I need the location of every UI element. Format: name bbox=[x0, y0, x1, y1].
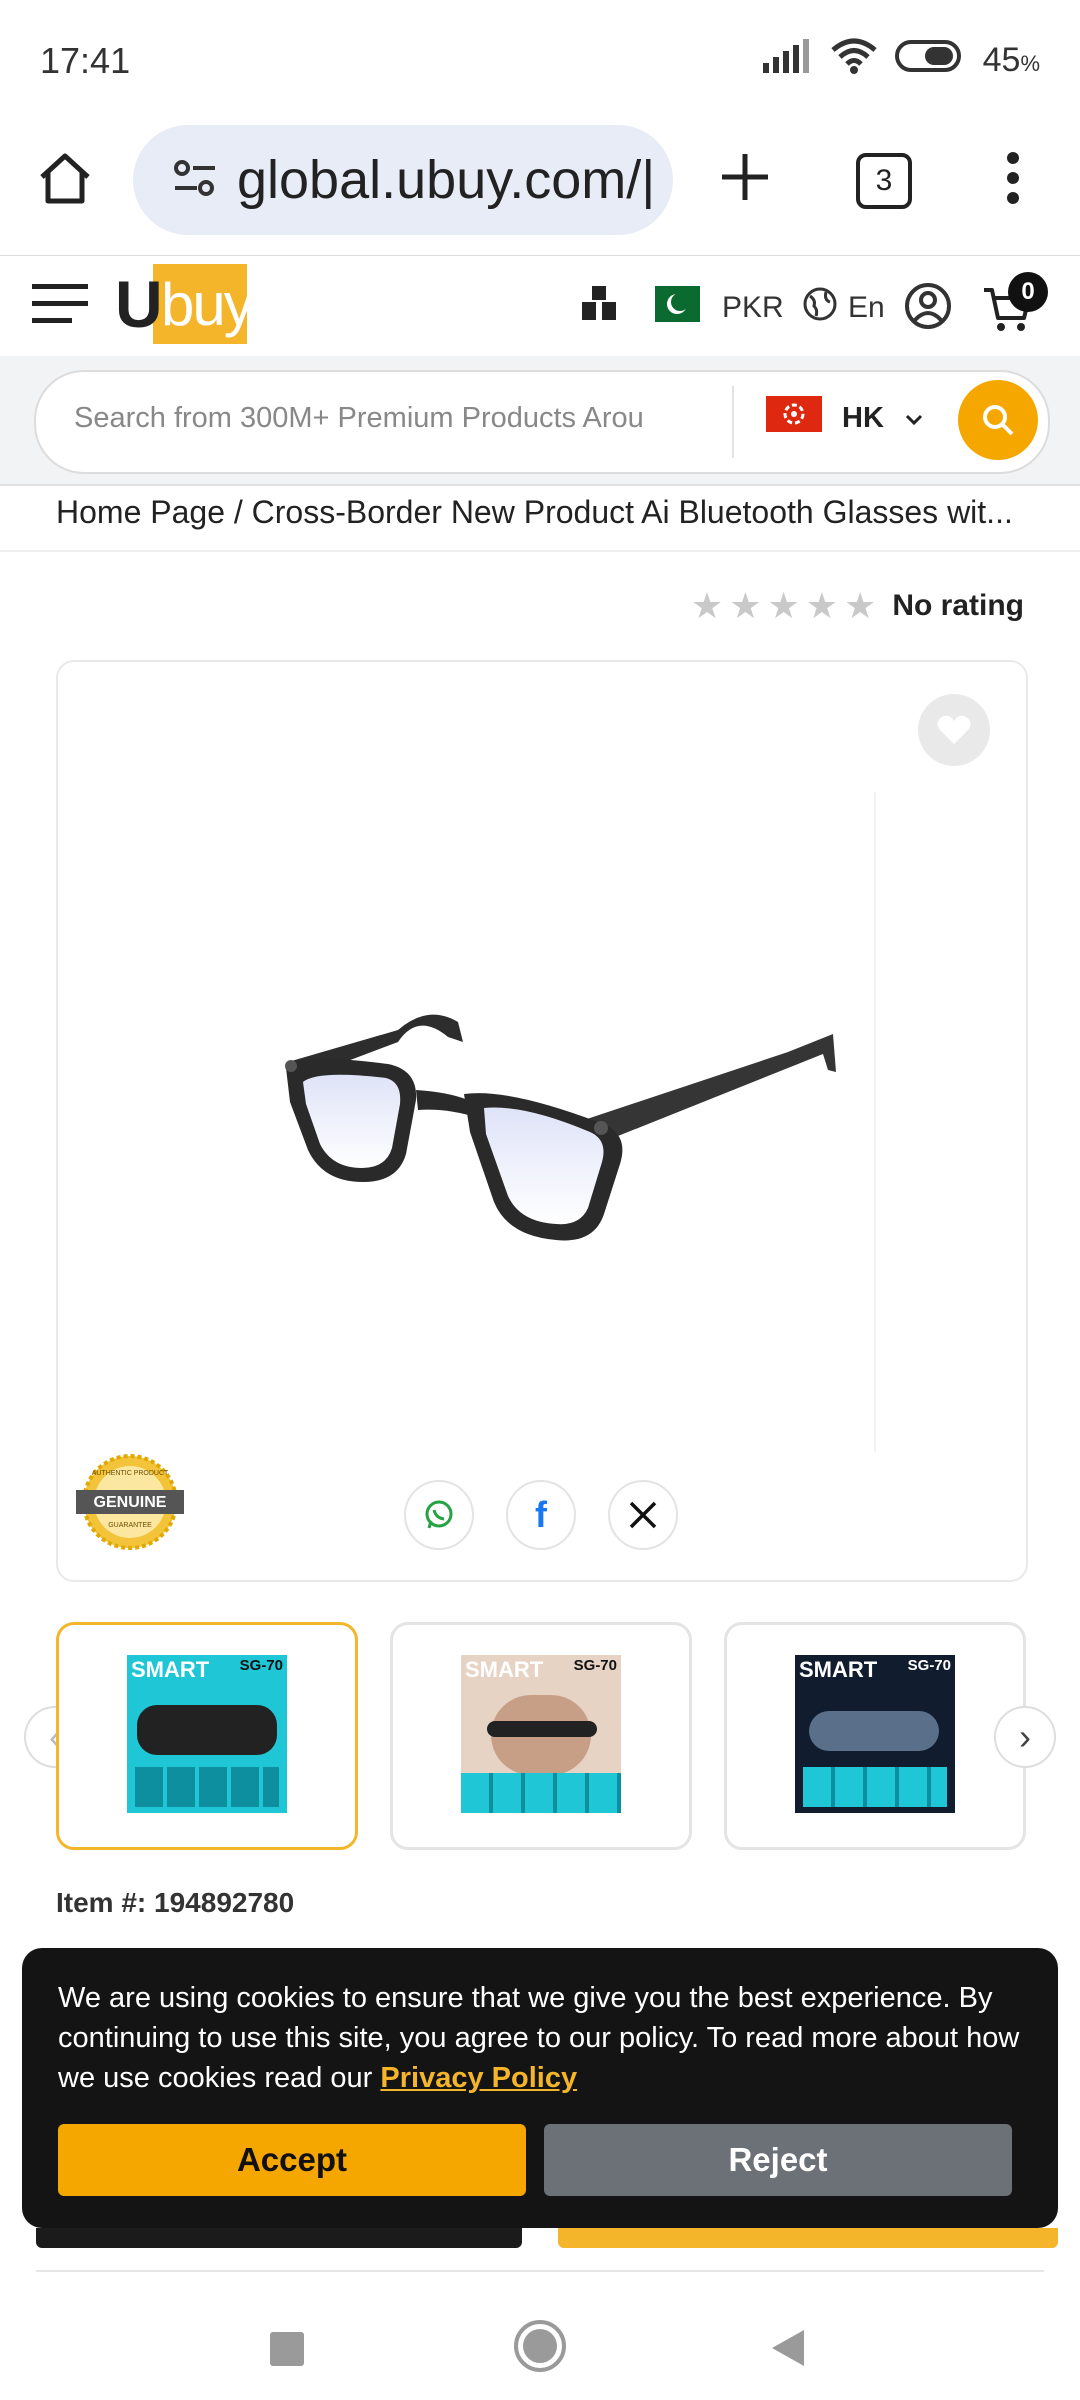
breadcrumb: Home Page / Cross-Border New Product Ai … bbox=[56, 494, 1046, 531]
region-selector[interactable]: HK bbox=[766, 396, 924, 440]
genuine-badge-bottom: GUARANTEE bbox=[108, 1522, 152, 1529]
signal-icon bbox=[762, 39, 813, 82]
product-rating[interactable]: ★ ★ ★ ★ ★ No rating bbox=[691, 585, 1024, 627]
bottom-action-right[interactable] bbox=[558, 2228, 1058, 2248]
whatsapp-share-button[interactable] bbox=[404, 1480, 474, 1550]
breadcrumb-current: Cross-Border New Product Ai Bluetooth Gl… bbox=[251, 494, 1013, 530]
cart-count-badge: 0 bbox=[1008, 272, 1048, 312]
tab-count: 3 bbox=[875, 164, 893, 197]
heart-icon bbox=[937, 715, 971, 744]
genuine-badge-top: AUTHENTIC PRODUCT bbox=[91, 1470, 169, 1477]
product-image[interactable] bbox=[268, 982, 848, 1247]
status-time: 17:41 bbox=[40, 40, 131, 81]
account-icon[interactable] bbox=[904, 282, 952, 335]
star-icon: ★ bbox=[729, 585, 762, 626]
language-selector[interactable]: En bbox=[802, 286, 885, 330]
home-nav-icon[interactable] bbox=[514, 2320, 566, 2372]
star-icon: ★ bbox=[844, 585, 877, 626]
bottom-divider bbox=[36, 2270, 1044, 2272]
search-bar: Search from 300M+ Premium Products Arou … bbox=[34, 370, 1050, 474]
globe-icon bbox=[802, 286, 838, 330]
cart-button[interactable]: 0 bbox=[982, 272, 1052, 338]
system-nav-bar bbox=[0, 2290, 1080, 2400]
site-settings-icon[interactable] bbox=[173, 158, 217, 203]
stores-icon[interactable] bbox=[580, 286, 618, 327]
star-icon: ★ bbox=[805, 585, 839, 626]
product-image-card: GENUINE AUTHENTIC PRODUCT GUARANTEE f bbox=[56, 660, 1028, 1582]
new-tab-icon[interactable] bbox=[718, 150, 772, 209]
facebook-share-button[interactable]: f bbox=[506, 1480, 576, 1550]
reject-button[interactable]: Reject bbox=[544, 2124, 1012, 2196]
home-icon[interactable] bbox=[36, 149, 94, 212]
breadcrumb-divider bbox=[0, 550, 1080, 552]
hong-kong-flag-icon bbox=[766, 396, 822, 440]
x-icon bbox=[629, 1501, 657, 1529]
search-input[interactable]: Search from 300M+ Premium Products Arou bbox=[74, 402, 744, 435]
site-header: U buy PKR En 0 bbox=[0, 256, 1080, 356]
wishlist-button[interactable] bbox=[918, 694, 990, 766]
url-text: global.ubuy.com/| bbox=[237, 150, 656, 210]
tab-switcher-button[interactable]: 3 bbox=[856, 153, 912, 209]
menu-icon[interactable] bbox=[1000, 150, 1026, 211]
address-bar[interactable]: global.ubuy.com/| bbox=[133, 125, 673, 235]
region-label: HK bbox=[842, 401, 884, 434]
breadcrumb-home[interactable]: Home Page bbox=[56, 494, 225, 530]
search-section: Search from 300M+ Premium Products Arou … bbox=[0, 356, 1080, 486]
cookie-banner: We are using cookies to ensure that we g… bbox=[22, 1948, 1058, 2228]
chevron-right-icon: › bbox=[1019, 1716, 1031, 1757]
rating-label: No rating bbox=[892, 589, 1024, 622]
breadcrumb-separator: / bbox=[233, 494, 243, 530]
item-number-label: Item #: bbox=[56, 1887, 147, 1918]
ubuy-logo[interactable]: U buy bbox=[115, 264, 254, 344]
status-icons: 45% bbox=[762, 38, 1040, 83]
recents-icon[interactable] bbox=[270, 2332, 304, 2366]
hamburger-icon[interactable] bbox=[32, 284, 88, 329]
back-icon[interactable] bbox=[770, 2328, 806, 2373]
thumbnail-3[interactable]: SMART SG-70 bbox=[724, 1622, 1026, 1850]
whatsapp-icon bbox=[425, 1500, 453, 1529]
chevron-down-icon bbox=[904, 402, 924, 435]
bottom-action-left[interactable] bbox=[36, 2228, 522, 2248]
thumbnail-image: SMART SG-70 bbox=[127, 1655, 287, 1813]
thumb-next-button[interactable]: › bbox=[994, 1706, 1056, 1768]
status-bar: 17:41 45% bbox=[0, 0, 1080, 125]
image-edge bbox=[874, 792, 876, 1452]
x-share-button[interactable] bbox=[608, 1480, 678, 1550]
thumbnail-2[interactable]: SMART SG-70 bbox=[390, 1622, 692, 1850]
language-label: En bbox=[848, 291, 885, 324]
logo-letter: U bbox=[115, 267, 163, 341]
search-button[interactable] bbox=[958, 380, 1038, 460]
privacy-policy-link[interactable]: Privacy Policy bbox=[380, 2062, 577, 2094]
wifi-icon bbox=[830, 38, 877, 83]
accept-button[interactable]: Accept bbox=[58, 2124, 526, 2196]
currency-label: PKR bbox=[722, 291, 784, 324]
star-icon: ★ bbox=[690, 585, 724, 626]
search-divider bbox=[732, 386, 734, 458]
currency-selector[interactable]: PKR bbox=[640, 286, 784, 330]
item-number-value: 194892780 bbox=[154, 1887, 295, 1918]
item-number: Item #: 194892780 bbox=[56, 1887, 294, 1919]
facebook-icon: f bbox=[535, 1494, 547, 1535]
logo-text: buy bbox=[161, 271, 254, 338]
genuine-badge-label: GENUINE bbox=[93, 1494, 167, 1511]
thumbnail-image: SMART SG-70 bbox=[461, 1655, 621, 1813]
star-icon: ★ bbox=[767, 585, 800, 626]
pakistan-flag-icon bbox=[640, 286, 700, 330]
battery-icon bbox=[894, 39, 965, 82]
search-icon bbox=[983, 405, 1014, 436]
browser-toolbar: global.ubuy.com/| 3 bbox=[0, 125, 1080, 257]
thumbnail-image: SMART SG-70 bbox=[795, 1655, 955, 1813]
genuine-badge: GENUINE AUTHENTIC PRODUCT GUARANTEE bbox=[76, 1452, 184, 1552]
battery-level: 45% bbox=[982, 41, 1040, 79]
thumbnail-1[interactable]: SMART SG-70 bbox=[56, 1622, 358, 1850]
cookie-message: We are using cookies to ensure that we g… bbox=[58, 1978, 1048, 2098]
